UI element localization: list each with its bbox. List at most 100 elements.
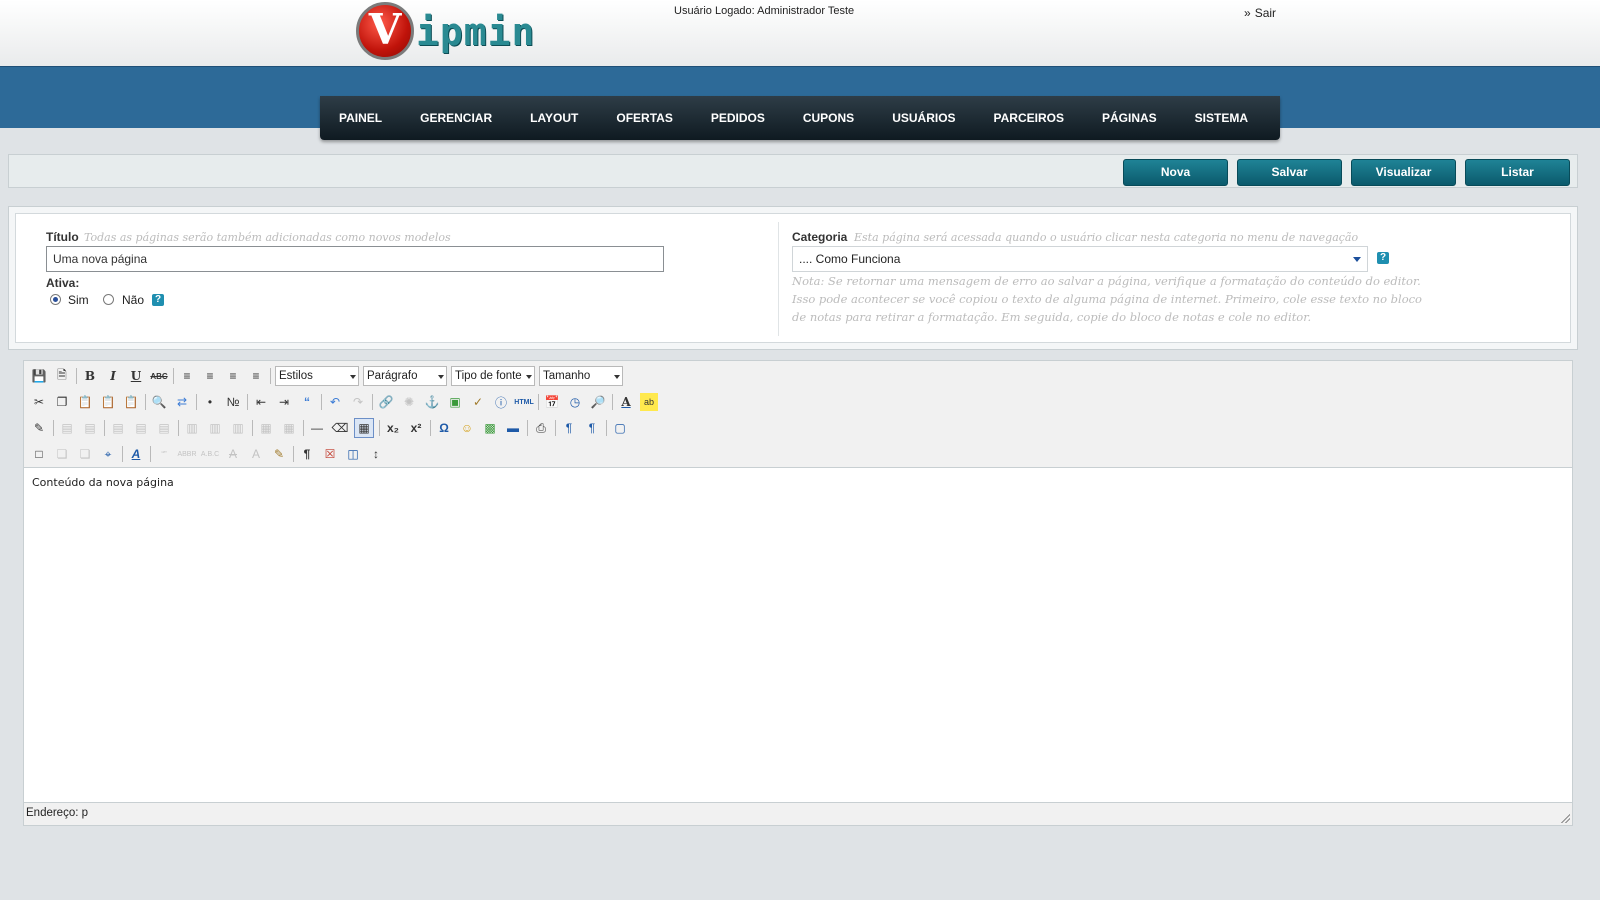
strikethrough-icon[interactable]: ABC <box>150 367 168 385</box>
underline-icon[interactable]: U <box>127 367 145 385</box>
image-icon[interactable]: ▣ <box>446 393 464 411</box>
print-icon[interactable]: ⎙ <box>532 419 550 437</box>
highlight-color-icon[interactable]: ab <box>640 393 658 411</box>
deletion-icon[interactable]: A <box>224 445 242 463</box>
outdent-icon[interactable]: ⇤ <box>252 393 270 411</box>
align-left-icon[interactable]: ≡ <box>178 367 196 385</box>
nav-item-cupons[interactable]: CUPONS <box>803 111 854 125</box>
nav-item-gerenciar[interactable]: GERENCIAR <box>420 111 492 125</box>
cell-properties-icon[interactable]: ▤ <box>81 419 99 437</box>
numbered-list-icon[interactable]: № <box>224 393 242 411</box>
abbreviation-icon[interactable]: ABBR <box>177 445 196 463</box>
cite-icon[interactable]: “” <box>155 445 173 463</box>
new-document-icon[interactable]: 🗎 <box>53 367 71 385</box>
save-icon[interactable]: 💾 <box>30 367 48 385</box>
redo-icon[interactable]: ↷ <box>349 393 367 411</box>
list-button[interactable]: Listar <box>1465 159 1570 186</box>
split-cells-icon[interactable]: ▦ <box>257 419 275 437</box>
nav-item-pedidos[interactable]: PEDIDOS <box>711 111 765 125</box>
move-backward-icon[interactable]: ❏ <box>76 445 94 463</box>
category-help-icon[interactable]: ? <box>1377 252 1389 264</box>
vipmin-logo[interactable]: V ipmin <box>356 2 546 64</box>
copy-icon[interactable]: ❐ <box>53 393 71 411</box>
cleanup-icon[interactable]: ✓ <box>469 393 487 411</box>
bullet-list-icon[interactable]: • <box>201 393 219 411</box>
bold-icon[interactable]: B <box>81 367 99 385</box>
preview-button[interactable]: Visualizar <box>1351 159 1456 186</box>
insert-column-before-icon[interactable]: ▥ <box>183 419 201 437</box>
special-char-icon[interactable]: Ω <box>435 419 453 437</box>
save-button[interactable]: Salvar <box>1237 159 1342 186</box>
eraser-icon[interactable]: ⌫ <box>331 419 349 437</box>
nav-item-parceiros[interactable]: PARCEIROS <box>994 111 1064 125</box>
resize-handle-icon[interactable] <box>1560 813 1570 823</box>
paste-text-icon[interactable]: 📋 <box>99 393 117 411</box>
find-icon[interactable]: 🔍 <box>150 393 168 411</box>
link-icon[interactable]: 🔗 <box>377 393 395 411</box>
non-breaking-icon[interactable]: ☒ <box>321 445 339 463</box>
insert-date-icon[interactable]: 📅 <box>543 393 561 411</box>
insert-time-icon[interactable]: ◷ <box>566 393 584 411</box>
acronym-icon[interactable]: A.B.C <box>201 445 219 463</box>
cut-icon[interactable]: ✂ <box>30 393 48 411</box>
active-no-radio[interactable] <box>103 294 114 305</box>
anchor-icon[interactable]: ⚓ <box>423 393 441 411</box>
nav-item-paginas[interactable]: PÁGINAS <box>1102 111 1157 125</box>
style-props-icon[interactable]: A <box>127 445 145 463</box>
nav-item-sistema[interactable]: SISTEMA <box>1195 111 1248 125</box>
editor-content-text[interactable]: Conteúdo da nova página <box>32 476 174 489</box>
editor-content-area[interactable]: Conteúdo da nova página <box>24 467 1572 803</box>
attributes-icon[interactable]: ✎ <box>270 445 288 463</box>
page-break-icon[interactable]: ↕ <box>367 445 385 463</box>
help-circle-icon[interactable]: ⓘ <box>492 393 510 411</box>
align-justify-icon[interactable]: ≡ <box>247 367 265 385</box>
nav-item-layout[interactable]: LAYOUT <box>530 111 578 125</box>
align-right-icon[interactable]: ≡ <box>224 367 242 385</box>
nav-item-painel[interactable]: PAINEL <box>339 111 382 125</box>
text-color-icon[interactable]: A <box>617 393 635 411</box>
fullscreen-icon[interactable]: ▢ <box>611 419 629 437</box>
merge-cells-icon[interactable]: ▦ <box>280 419 298 437</box>
title-input[interactable] <box>46 246 664 272</box>
font-dropdown[interactable]: Tipo de fonte <box>451 366 535 386</box>
move-forward-icon[interactable]: ❏ <box>53 445 71 463</box>
absolute-position-icon[interactable]: ⌖ <box>99 445 117 463</box>
format-dropdown[interactable]: Parágrafo <box>363 366 447 386</box>
delete-row-icon[interactable]: ▤ <box>155 419 173 437</box>
table-icon[interactable]: ▦ <box>354 418 374 438</box>
align-center-icon[interactable]: ≡ <box>201 367 219 385</box>
blockquote-icon[interactable]: “ <box>298 393 316 411</box>
horizontal-rule-icon[interactable]: — <box>308 419 326 437</box>
subscript-icon[interactable]: x₂ <box>384 419 402 437</box>
insertion-icon[interactable]: A <box>247 445 265 463</box>
superscript-icon[interactable]: x² <box>407 419 425 437</box>
replace-icon[interactable]: ⇄ <box>173 393 191 411</box>
paste-icon[interactable]: 📋 <box>76 393 94 411</box>
size-dropdown[interactable]: Tamanho <box>539 366 623 386</box>
styles-dropdown[interactable]: Estilos <box>275 366 359 386</box>
ltr-icon[interactable]: ¶ <box>560 419 578 437</box>
advanced-hr-icon[interactable]: ▬ <box>504 419 522 437</box>
preview-icon[interactable]: 🔎 <box>589 393 607 411</box>
italic-icon[interactable]: I <box>104 367 122 385</box>
active-yes-radio[interactable] <box>50 294 61 305</box>
insert-row-before-icon[interactable]: ▤ <box>109 419 127 437</box>
rtl-icon[interactable]: ¶ <box>583 419 601 437</box>
template-icon[interactable]: ◫ <box>344 445 362 463</box>
logout-link[interactable]: » Sair <box>1244 6 1276 20</box>
paste-word-icon[interactable]: 📋 <box>122 393 140 411</box>
visual-chars-icon[interactable]: ¶ <box>298 445 316 463</box>
nav-item-ofertas[interactable]: OFERTAS <box>616 111 672 125</box>
insert-layer-icon[interactable]: □ <box>30 445 48 463</box>
category-select[interactable]: .... Como Funciona <box>792 246 1368 272</box>
edit-table-icon[interactable]: ✎ <box>30 419 48 437</box>
insert-column-after-icon[interactable]: ▥ <box>206 419 224 437</box>
emoticon-icon[interactable]: ☺ <box>458 419 476 437</box>
indent-icon[interactable]: ⇥ <box>275 393 293 411</box>
delete-column-icon[interactable]: ▥ <box>229 419 247 437</box>
help-icon[interactable]: ? <box>152 294 164 306</box>
undo-icon[interactable]: ↶ <box>326 393 344 411</box>
html-source-icon[interactable]: HTML <box>514 393 533 411</box>
row-properties-icon[interactable]: ▤ <box>58 419 76 437</box>
insert-row-after-icon[interactable]: ▤ <box>132 419 150 437</box>
